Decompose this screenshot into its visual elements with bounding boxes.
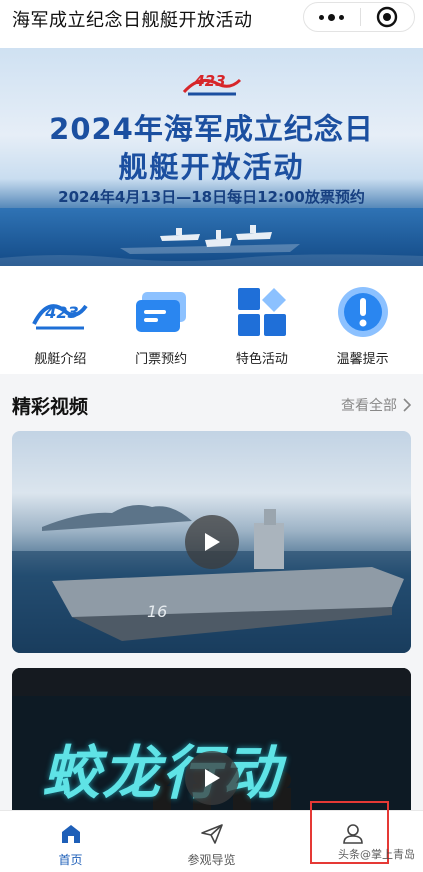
chevron-right-icon <box>403 398 411 412</box>
tab-label: 参观导览 <box>187 853 236 867</box>
page-title: 海军成立纪念日舰艇开放活动 <box>12 10 253 31</box>
mini-program-capsule <box>303 2 415 32</box>
mini-program-page: 海军成立纪念日舰艇开放活动 423 2024年海军成立纪念日 舰艇开放活动 20… <box>0 0 423 872</box>
video-card[interactable]: 蛟龙行动 <box>12 668 411 818</box>
banner-headline-1: 2024年海军成立纪念日 <box>49 112 374 146</box>
play-button[interactable] <box>184 751 239 805</box>
shortcut-label: 特色活动 <box>235 352 288 367</box>
target-close-icon <box>377 6 398 28</box>
shortcut-label: 门票预约 <box>135 352 188 367</box>
videos-section-header: 精彩视频 查看全部 <box>0 382 423 428</box>
shortcut-ship-intro[interactable]: 423 舰艇介绍 <box>15 266 105 374</box>
banner-headline-2: 舰艇开放活动 <box>118 150 305 184</box>
banner-date-line: 2024年4月13日—18日每日12:00放票预约 <box>58 188 365 206</box>
paper-plane-icon <box>199 821 225 847</box>
shortcut-label: 舰艇介绍 <box>34 352 87 367</box>
video-overlay-title: 蛟龙行动 <box>42 739 283 807</box>
dot-icon <box>328 13 336 21</box>
more-options-button[interactable] <box>304 3 360 31</box>
exclamation-icon <box>335 284 391 340</box>
user-icon <box>340 821 366 847</box>
shortcut-label: 温馨提示 <box>336 352 389 367</box>
top-nav-bar: 海军成立纪念日舰艇开放活动 <box>0 0 423 48</box>
tab-home[interactable]: 首页 <box>0 811 141 872</box>
home-icon <box>58 821 84 847</box>
play-button[interactable] <box>184 515 239 569</box>
close-mini-program-button[interactable] <box>360 3 414 31</box>
svg-text:423: 423 <box>45 303 79 322</box>
video-card[interactable]: 16 <box>12 431 411 653</box>
shortcut-grid: 423 舰艇介绍 门票预约 特色活动 温馨提示 <box>0 266 423 374</box>
warships-illustration <box>0 225 423 266</box>
section-title: 精彩视频 <box>12 395 89 418</box>
dot-icon <box>339 14 345 20</box>
shortcut-ticket-booking[interactable]: 门票预约 <box>116 266 206 374</box>
view-all-link[interactable]: 查看全部 <box>341 395 411 415</box>
watermark-text: 头条@掌上青岛 <box>338 848 415 861</box>
navy-logo-icon: 423 <box>32 284 89 340</box>
shortcut-tips[interactable]: 温馨提示 <box>318 266 408 374</box>
navy-423-logo-icon: 423 <box>182 72 242 96</box>
banner-sea-image <box>0 208 423 266</box>
view-all-label: 查看全部 <box>341 398 397 414</box>
ticket-icon <box>133 284 189 340</box>
svg-text:16: 16 <box>147 602 167 621</box>
dot-icon <box>319 14 325 20</box>
blocks-icon <box>234 284 290 340</box>
tab-label: 首页 <box>58 853 83 867</box>
tab-visit-guide[interactable]: 参观导览 <box>141 811 282 872</box>
shortcut-special-events[interactable]: 特色活动 <box>217 266 307 374</box>
bottom-tab-bar: 首页 参观导览 <box>0 810 423 872</box>
play-icon <box>204 533 220 551</box>
tab-profile[interactable] <box>282 811 423 872</box>
play-icon <box>204 769 220 787</box>
event-banner[interactable]: 423 2024年海军成立纪念日 舰艇开放活动 2024年4月13日—18日每日… <box>0 48 423 266</box>
svg-text:423: 423 <box>193 72 225 90</box>
